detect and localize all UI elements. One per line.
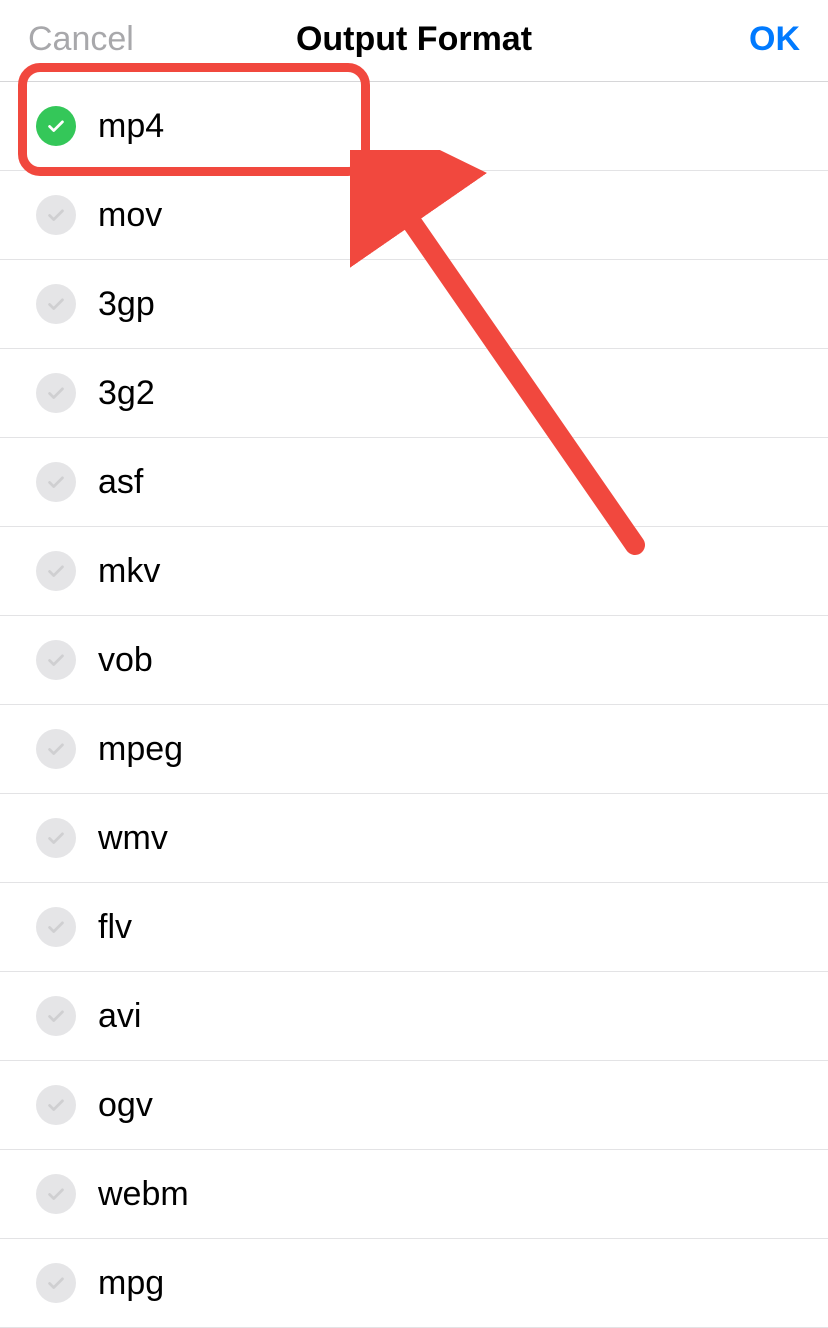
checkmark-icon (36, 640, 76, 680)
format-label: mov (98, 196, 162, 235)
format-list: mp4 mov 3gp 3g2 asf mkv vob mpeg wmv flv avi ogv web… (0, 82, 828, 1328)
format-row-3gp[interactable]: 3gp (0, 260, 828, 349)
checkmark-icon (36, 996, 76, 1036)
format-label: mkv (98, 552, 160, 591)
format-row-mpeg[interactable]: mpeg (0, 705, 828, 794)
format-label: mpeg (98, 730, 183, 769)
format-label: asf (98, 463, 143, 502)
format-row-asf[interactable]: asf (0, 438, 828, 527)
format-row-webm[interactable]: webm (0, 1150, 828, 1239)
format-label: flv (98, 908, 132, 947)
format-row-mov[interactable]: mov (0, 171, 828, 260)
checkmark-icon (36, 729, 76, 769)
format-label: mp4 (98, 107, 164, 146)
checkmark-icon (36, 462, 76, 502)
format-label: wmv (98, 819, 168, 858)
format-row-vob[interactable]: vob (0, 616, 828, 705)
format-label: vob (98, 641, 153, 680)
cancel-button[interactable]: Cancel (28, 20, 134, 59)
checkmark-icon (36, 818, 76, 858)
format-row-ogv[interactable]: ogv (0, 1061, 828, 1150)
page-title: Output Format (296, 20, 532, 59)
format-label: 3g2 (98, 374, 155, 413)
checkmark-icon (36, 106, 76, 146)
format-label: webm (98, 1175, 189, 1214)
format-label: 3gp (98, 285, 155, 324)
checkmark-icon (36, 373, 76, 413)
ok-button[interactable]: OK (749, 20, 800, 59)
header: Cancel Output Format OK (0, 0, 828, 82)
checkmark-icon (36, 1085, 76, 1125)
checkmark-icon (36, 907, 76, 947)
checkmark-icon (36, 284, 76, 324)
format-label: mpg (98, 1264, 164, 1303)
format-label: ogv (98, 1086, 153, 1125)
format-row-flv[interactable]: flv (0, 883, 828, 972)
format-row-mkv[interactable]: mkv (0, 527, 828, 616)
format-row-avi[interactable]: avi (0, 972, 828, 1061)
format-row-mp4[interactable]: mp4 (0, 82, 828, 171)
format-label: avi (98, 997, 141, 1036)
format-row-mpg[interactable]: mpg (0, 1239, 828, 1328)
format-row-3g2[interactable]: 3g2 (0, 349, 828, 438)
checkmark-icon (36, 1174, 76, 1214)
checkmark-icon (36, 551, 76, 591)
checkmark-icon (36, 195, 76, 235)
format-row-wmv[interactable]: wmv (0, 794, 828, 883)
checkmark-icon (36, 1263, 76, 1303)
